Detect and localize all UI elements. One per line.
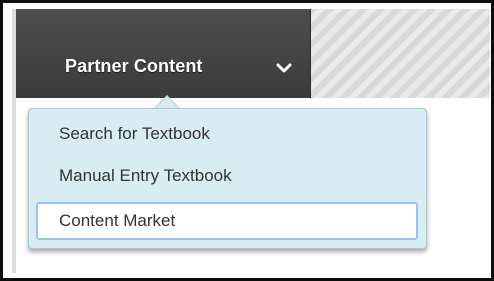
partner-content-tab[interactable]: Partner Content <box>16 9 311 98</box>
menu-item-search-for-textbook[interactable]: Search for Textbook <box>36 116 418 154</box>
screenshot-frame: Partner Content Search for Textbook Manu… <box>0 0 494 281</box>
chevron-down-icon[interactable] <box>276 62 292 74</box>
tab-label: Partner Content <box>65 56 203 76</box>
partner-content-dropdown-menu: Search for Textbook Manual Entry Textboo… <box>28 108 427 249</box>
menu-item-manual-entry-textbook[interactable]: Manual Entry Textbook <box>36 158 418 196</box>
menu-item-content-market[interactable]: Content Market <box>36 202 418 240</box>
